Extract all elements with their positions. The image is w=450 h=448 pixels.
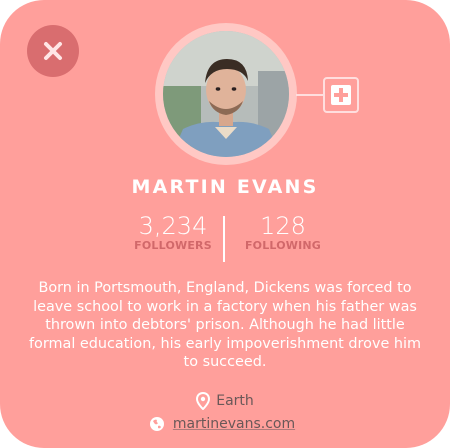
follow-button[interactable] <box>323 77 359 113</box>
website: martinevans.com <box>0 416 450 432</box>
followers-count: 3,234 <box>138 212 208 240</box>
plus-icon <box>331 85 351 105</box>
website-link[interactable]: martinevans.com <box>173 416 295 432</box>
location-pin-icon <box>196 392 211 410</box>
connector-line <box>296 94 324 96</box>
location: Earth <box>0 392 450 410</box>
close-icon <box>44 42 62 60</box>
followers-label: FOLLOWERS <box>134 239 212 252</box>
profile-bio: Born in Portsmouth, England, Dickens was… <box>28 280 422 371</box>
globe-icon <box>149 417 164 431</box>
location-text: Earth <box>216 393 254 409</box>
following-label: FOLLOWING <box>244 239 322 252</box>
avatar <box>163 31 289 157</box>
profile-name: MARTIN EVANS <box>131 176 319 198</box>
stats: 3,234 FOLLOWERS 128 FOLLOWING <box>0 212 450 262</box>
avatar-frame <box>155 23 297 165</box>
followers-stat[interactable]: 3,234 FOLLOWERS <box>113 212 233 252</box>
following-stat[interactable]: 128 FOLLOWING <box>223 212 343 252</box>
close-button[interactable] <box>27 25 79 77</box>
following-count: 128 <box>260 212 306 240</box>
profile-card: MARTIN EVANS 3,234 FOLLOWERS 128 FOLLOWI… <box>0 0 450 448</box>
